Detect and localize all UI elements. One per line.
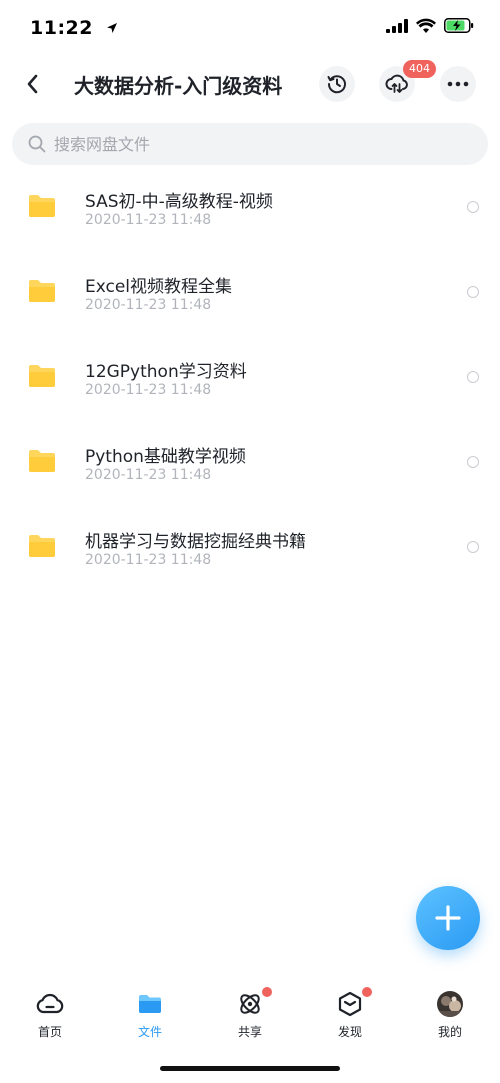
folder-icon — [29, 195, 55, 217]
share-orbit-icon — [240, 994, 260, 1014]
add-button[interactable] — [416, 886, 480, 950]
status-bar: 11:22 — [0, 0, 500, 60]
cloud-transfer-icon — [385, 74, 408, 93]
file-date: 2020-11-23 11:48 — [85, 467, 212, 483]
location-arrow-icon — [106, 17, 118, 39]
plus-icon — [435, 905, 461, 931]
tab-label: 我的 — [437, 1025, 462, 1039]
wifi-icon — [416, 18, 436, 33]
tab-label: 发现 — [337, 1025, 362, 1039]
list-item[interactable]: Excel视频教程全集 2020-11-23 11:48 — [0, 251, 500, 336]
file-name: 12GPython学习资料 — [85, 362, 247, 382]
status-time-text: 11:22 — [30, 17, 93, 39]
folder-icon — [29, 365, 55, 387]
tab-label: 首页 — [37, 1025, 62, 1039]
battery-charging-icon — [444, 18, 474, 33]
signal-icon — [386, 18, 408, 33]
avatar — [437, 991, 463, 1017]
list-item[interactable]: Python基础教学视频 2020-11-23 11:48 — [0, 421, 500, 506]
file-date: 2020-11-23 11:48 — [85, 212, 212, 228]
file-list: SAS初-中-高级教程-视频 2020-11-23 11:48 Excel视频教… — [0, 166, 500, 591]
home-indicator — [160, 1066, 340, 1071]
more-button[interactable] — [440, 66, 476, 102]
folder-icon — [29, 535, 55, 557]
file-date: 2020-11-23 11:48 — [85, 297, 212, 313]
file-name: 机器学习与数据挖掘经典书籍 — [85, 532, 306, 552]
select-radio[interactable] — [467, 456, 479, 468]
more-dots-icon — [447, 81, 469, 87]
cube-discover-icon — [338, 991, 362, 1017]
history-button[interactable] — [319, 66, 355, 102]
folder-icon — [139, 995, 161, 1013]
screen: 11:22 大数据分析-入门级资料 404 搜索网盘文件 SAS初-中-高级教程… — [0, 0, 500, 1083]
select-radio[interactable] — [467, 201, 479, 213]
tab-label: 共享 — [237, 1025, 262, 1039]
history-clock-icon — [327, 75, 346, 94]
file-name: SAS初-中-高级教程-视频 — [85, 192, 273, 212]
list-item[interactable]: 12GPython学习资料 2020-11-23 11:48 — [0, 336, 500, 421]
status-icons — [386, 18, 474, 33]
file-name: Excel视频教程全集 — [85, 277, 233, 297]
notification-dot — [262, 987, 272, 997]
tab-bar: 首页 文件 共享 发现 我的 — [0, 985, 500, 1045]
search-icon — [28, 135, 46, 153]
select-radio[interactable] — [467, 541, 479, 553]
select-radio[interactable] — [467, 371, 479, 383]
tab-label: 文件 — [137, 1025, 162, 1039]
tab-home[interactable]: 首页 — [10, 985, 90, 1045]
status-time: 11:22 — [30, 17, 118, 39]
file-name: Python基础教学视频 — [85, 447, 246, 467]
search-bar[interactable] — [12, 123, 488, 165]
tab-me[interactable]: 我的 — [410, 985, 490, 1045]
folder-icon — [29, 280, 55, 302]
nav-header: 大数据分析-入门级资料 404 — [0, 60, 500, 110]
list-item[interactable]: 机器学习与数据挖掘经典书籍 2020-11-23 11:48 — [0, 506, 500, 591]
page-title: 大数据分析-入门级资料 — [74, 74, 283, 98]
notification-dot — [362, 987, 372, 997]
list-item[interactable]: SAS初-中-高级教程-视频 2020-11-23 11:48 — [0, 166, 500, 251]
tab-discover[interactable]: 发现 — [310, 985, 390, 1045]
transfer-count-badge: 404 — [403, 60, 436, 78]
folder-icon — [29, 450, 55, 472]
chevron-left-icon — [27, 74, 38, 94]
tab-files[interactable]: 文件 — [110, 985, 190, 1045]
select-radio[interactable] — [467, 286, 479, 298]
search-input[interactable] — [54, 134, 454, 154]
cloud-home-icon — [36, 993, 64, 1014]
file-date: 2020-11-23 11:48 — [85, 552, 212, 568]
back-button[interactable] — [16, 66, 48, 102]
tab-share[interactable]: 共享 — [210, 985, 290, 1045]
file-date: 2020-11-23 11:48 — [85, 382, 212, 398]
